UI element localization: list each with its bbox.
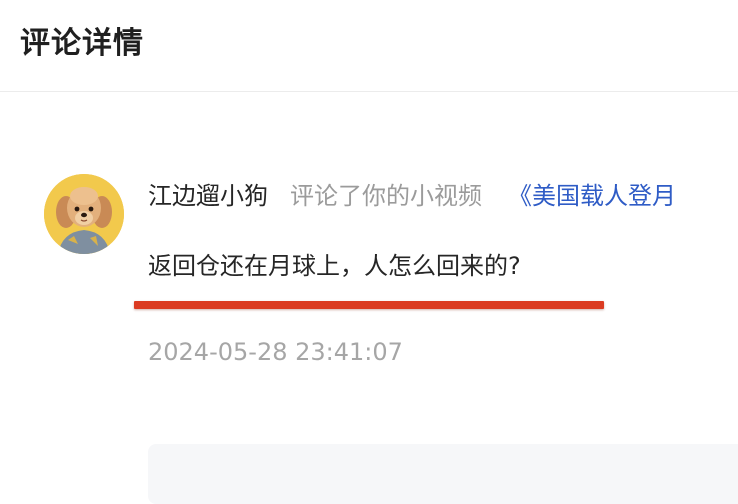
reply-area[interactable] — [148, 444, 738, 504]
username[interactable]: 江边遛小狗 — [148, 182, 268, 210]
user-avatar[interactable] — [44, 174, 124, 254]
page-header: 评论详情 — [0, 0, 738, 92]
comment-timestamp: 2024-05-28 23:41:07 — [148, 338, 403, 366]
highlight-underline — [134, 301, 604, 309]
comment-meta: 江边遛小狗 评论了你的小视频 《美国载人登月 — [148, 178, 738, 214]
video-title-link[interactable]: 《美国载人登月 — [508, 182, 676, 210]
dog-avatar-icon — [44, 174, 124, 254]
comment-text: 返回仓还在月球上，人怎么回来的? — [148, 252, 521, 280]
comment-action-text: 评论了你的小视频 — [290, 182, 482, 210]
page-title: 评论详情 — [20, 26, 144, 61]
